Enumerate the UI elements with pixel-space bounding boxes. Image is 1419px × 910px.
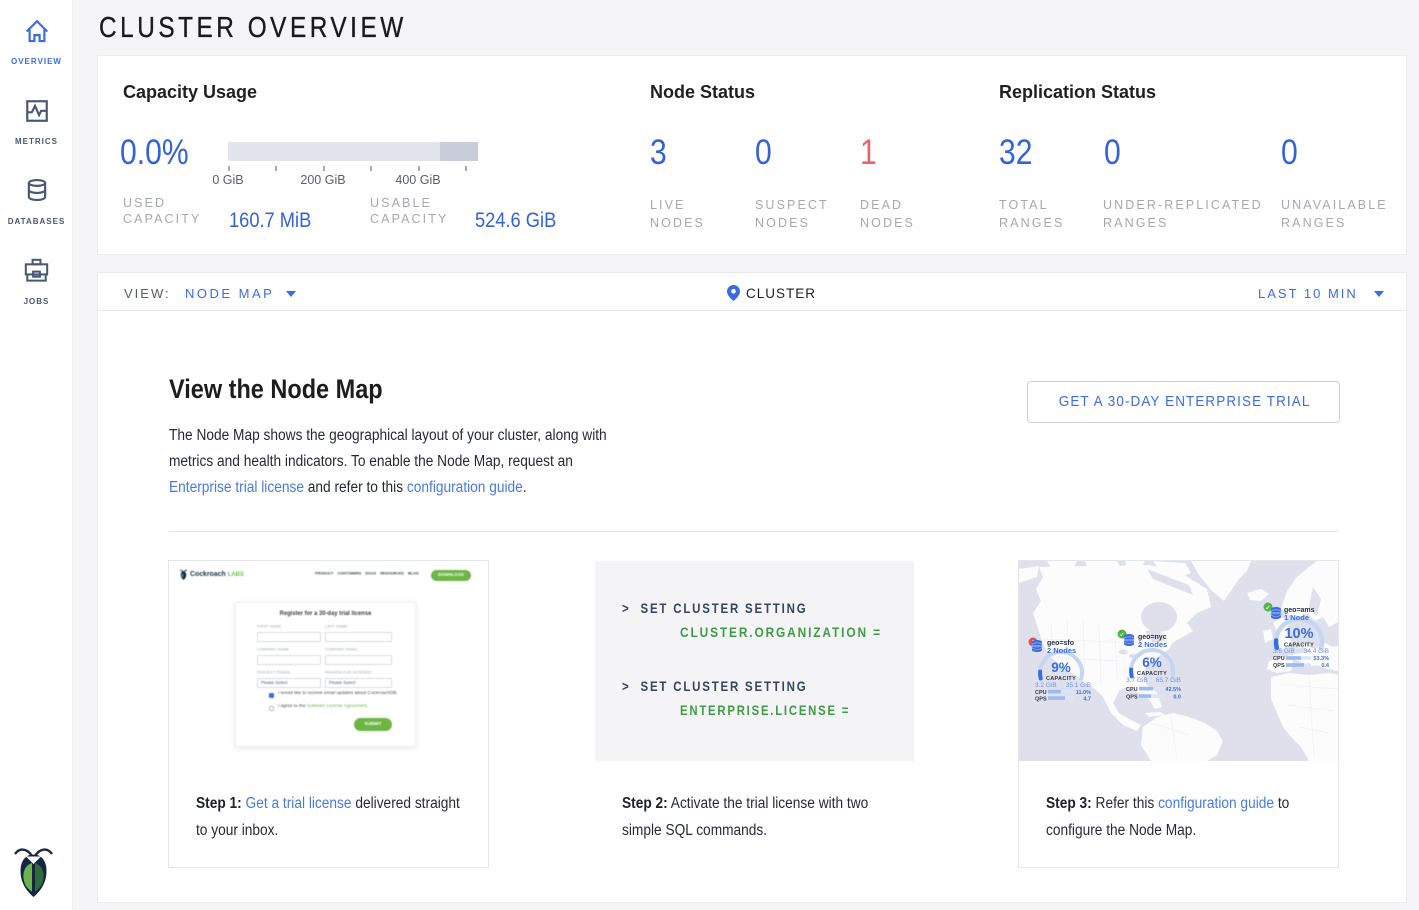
svg-text:CPU: CPU [1126, 687, 1138, 693]
svg-text:34.4 GiB: 34.4 GiB [1304, 648, 1329, 655]
svg-text:QPS: QPS [1035, 697, 1047, 703]
svg-text:6%: 6% [1142, 655, 1162, 670]
svg-text:9%: 9% [1051, 660, 1071, 675]
svg-text:11.0%: 11.0% [1076, 690, 1091, 696]
svg-text:CPU: CPU [1035, 690, 1047, 696]
svg-text:CPU: CPU [1273, 656, 1285, 662]
svg-text:42.5%: 42.5% [1165, 687, 1181, 693]
svg-text:QPS: QPS [1273, 663, 1285, 669]
svg-text:53.3%: 53.3% [1313, 656, 1329, 662]
svg-text:✓: ✓ [1265, 606, 1270, 612]
svg-text:3.2 GiB: 3.2 GiB [1035, 682, 1057, 689]
svg-text:1 Node: 1 Node [1284, 613, 1309, 622]
svg-text:0.4: 0.4 [1321, 663, 1330, 669]
svg-text:0.0: 0.0 [1173, 695, 1181, 701]
svg-text:35.1 GiB: 35.1 GiB [1066, 682, 1091, 689]
svg-text:65.7 GiB: 65.7 GiB [1156, 677, 1181, 684]
svg-text:10%: 10% [1284, 626, 1313, 642]
svg-text:4.7: 4.7 [1083, 697, 1091, 703]
svg-text:3.7 GiB: 3.7 GiB [1126, 677, 1148, 684]
svg-text:3.6 GiB: 3.6 GiB [1273, 648, 1295, 655]
svg-text:✓: ✓ [1119, 633, 1124, 639]
svg-text:QPS: QPS [1126, 695, 1138, 701]
svg-text:2 Nodes: 2 Nodes [1138, 640, 1167, 649]
svg-text:2 Nodes: 2 Nodes [1047, 646, 1076, 655]
